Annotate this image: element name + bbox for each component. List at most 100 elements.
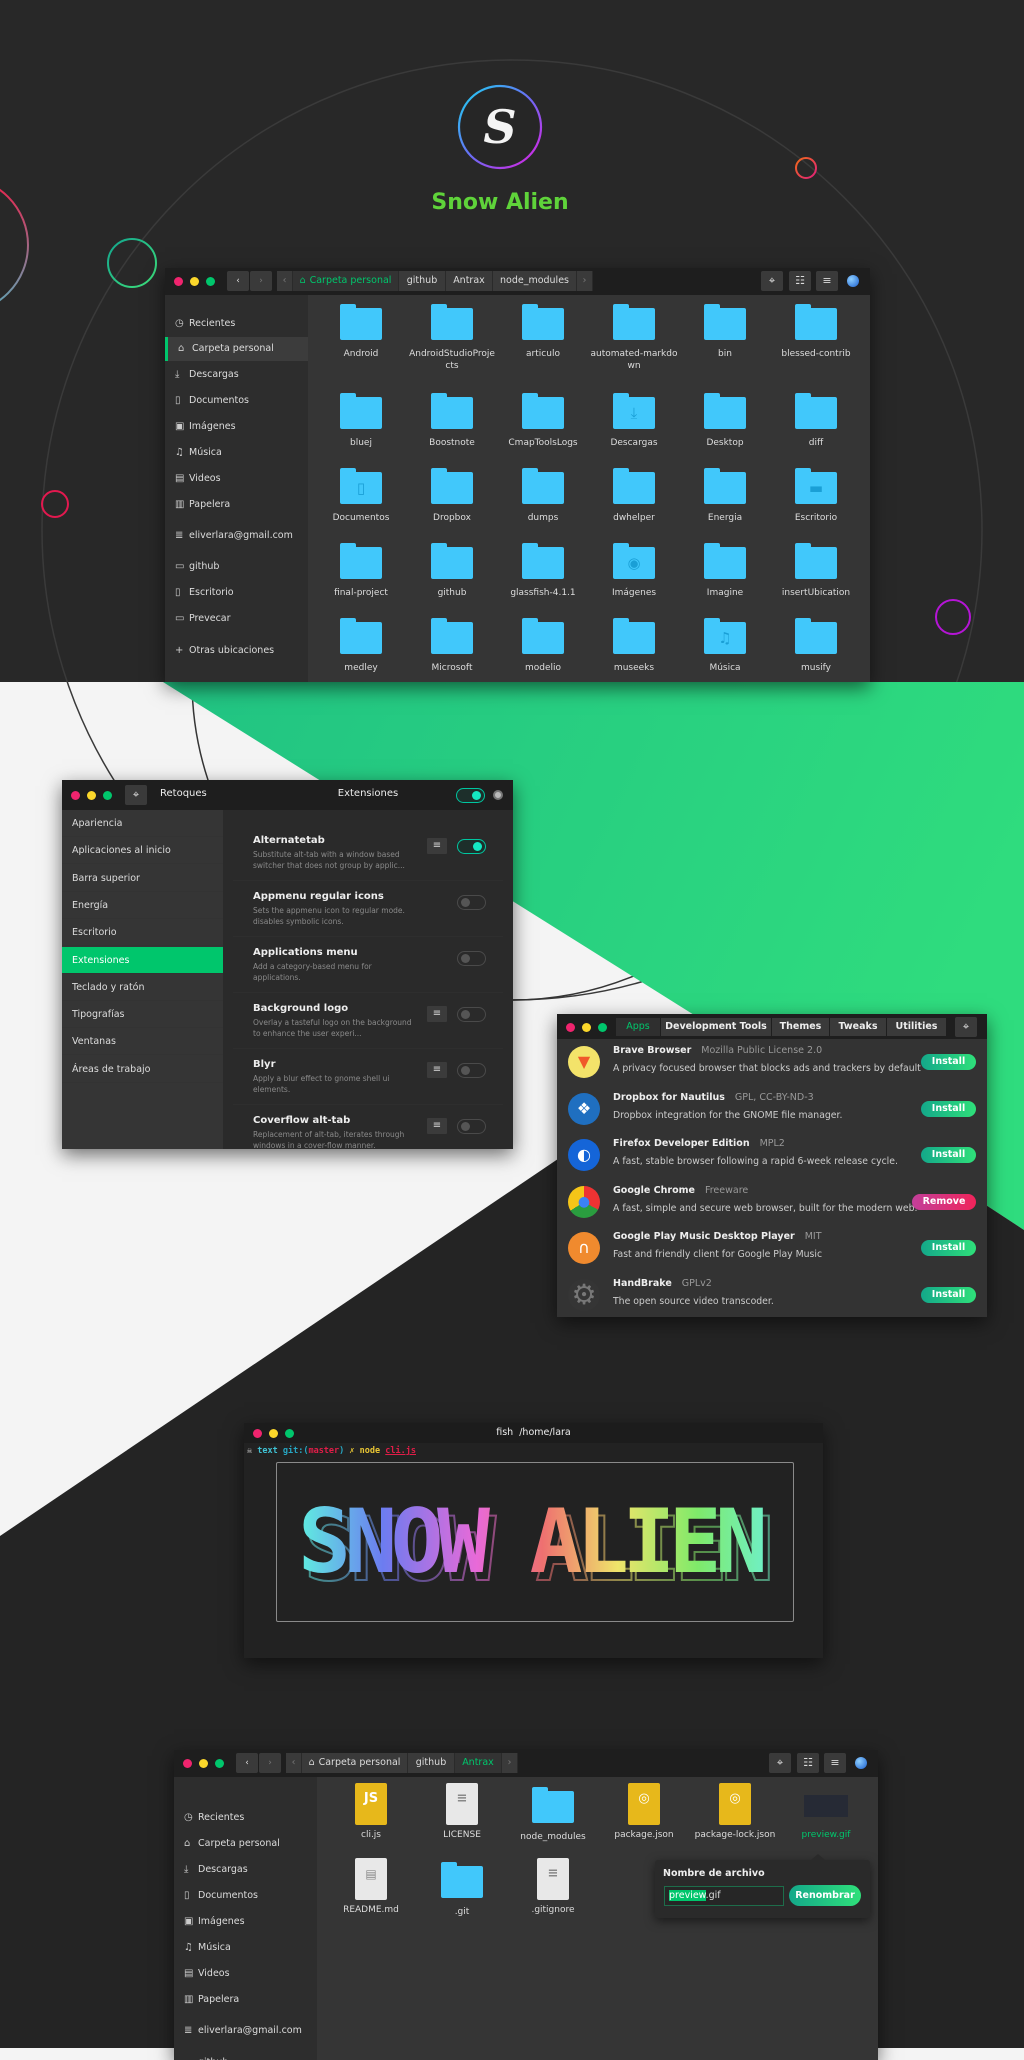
sidebar-item-apariencia[interactable]: Apariencia: [62, 810, 223, 837]
folder-item[interactable]: Boostnote: [407, 393, 497, 449]
tab-utilities[interactable]: Utilities: [887, 1018, 946, 1036]
sidebar-item-recientes[interactable]: ◷ Recientes: [174, 1806, 317, 1830]
master-toggle[interactable]: [456, 788, 485, 803]
sidebar-item-aplicaciones-al-inicio[interactable]: Aplicaciones al inicio: [62, 837, 223, 865]
folder-item[interactable]: blessed-contrib: [771, 304, 861, 360]
breadcrumb-node-modules[interactable]: node_modules: [493, 271, 577, 291]
sidebar-item-videos[interactable]: ▤ Videos: [165, 467, 308, 491]
folder-item[interactable]: github: [407, 543, 497, 599]
sidebar-item-documentos[interactable]: ▯ Documentos: [174, 1884, 317, 1908]
file-item[interactable]: ◎ package.json: [599, 1783, 689, 1841]
locate-button[interactable]: ⌖: [769, 1753, 791, 1773]
folder-item[interactable]: articulo: [498, 304, 588, 360]
path-left-arrow[interactable]: ‹: [286, 1753, 302, 1773]
breadcrumb-github[interactable]: github: [399, 271, 446, 291]
sidebar-item-prevecar[interactable]: ▭ Prevecar: [165, 607, 308, 631]
tab-tweaks[interactable]: Tweaks: [830, 1018, 886, 1036]
folder-item[interactable]: Desktop: [680, 393, 770, 449]
sidebar-item-barra-superior[interactable]: Barra superior: [62, 865, 223, 892]
file-item[interactable]: JS cli.js: [326, 1783, 416, 1841]
breadcrumb-github[interactable]: github: [408, 1753, 455, 1773]
sidebar-item-escritorio[interactable]: Escritorio: [62, 919, 223, 947]
sidebar-item-documentos[interactable]: ▯ Documentos: [165, 389, 308, 413]
forward-button[interactable]: ›: [250, 271, 272, 291]
folder-item[interactable]: bluej: [316, 393, 406, 449]
path-right-arrow[interactable]: ›: [577, 271, 593, 291]
globe-icon[interactable]: [855, 1757, 867, 1769]
minimize-button[interactable]: [199, 1759, 208, 1768]
sidebar-item--reas-de-trabajo[interactable]: Áreas de trabajo: [62, 1056, 223, 1083]
sidebar-item-m-sica[interactable]: ♫ Música: [165, 441, 308, 465]
tab-themes[interactable]: Themes: [772, 1018, 829, 1036]
extension-settings-button[interactable]: ≡: [426, 837, 448, 855]
sidebar-item-github[interactable]: ▭github: [165, 555, 308, 579]
sidebar-item-tipograf-as[interactable]: Tipografías: [62, 1001, 223, 1029]
list-view-button[interactable]: ☷: [797, 1753, 819, 1773]
menu-button[interactable]: ≡: [816, 271, 838, 291]
file-item[interactable]: ▤ README.md: [326, 1858, 416, 1916]
folder-item[interactable]: ⤓ Descargas: [589, 393, 679, 449]
extension-toggle[interactable]: [457, 1063, 486, 1078]
folder-item[interactable]: dwhelper: [589, 468, 679, 524]
tab-apps[interactable]: Apps: [616, 1018, 660, 1036]
sidebar-item-github[interactable]: ▭github: [174, 2051, 317, 2060]
sidebar-item-recientes[interactable]: ◷ Recientes: [165, 312, 308, 336]
forward-button[interactable]: ›: [259, 1753, 281, 1773]
tab-development-tools[interactable]: Development Tools: [661, 1018, 771, 1036]
minimize-button[interactable]: [582, 1023, 591, 1032]
menu-button[interactable]: ≡: [824, 1753, 846, 1773]
sidebar-item-papelera[interactable]: ▥ Papelera: [165, 493, 308, 517]
remove-button[interactable]: Remove: [912, 1193, 976, 1210]
folder-item[interactable]: diff: [771, 393, 861, 449]
extension-settings-button[interactable]: ≡: [426, 1061, 448, 1079]
path-right-arrow[interactable]: ›: [502, 1753, 518, 1773]
path-left-arrow[interactable]: ‹: [277, 271, 293, 291]
filename-input[interactable]: preview.gif: [664, 1886, 784, 1906]
folder-item[interactable]: bin: [680, 304, 770, 360]
sidebar-item-im-genes[interactable]: ▣ Imágenes: [165, 415, 308, 439]
sidebar-item-papelera[interactable]: ▥ Papelera: [174, 1988, 317, 2012]
install-button[interactable]: Install: [921, 1240, 976, 1256]
sidebar-item-otras-ubicaciones[interactable]: + Otras ubicaciones: [165, 639, 308, 663]
gear-button[interactable]: ⌖: [955, 1017, 977, 1037]
file-item[interactable]: ≡ LICENSE: [417, 1783, 507, 1841]
folder-item[interactable]: musify: [771, 618, 861, 674]
install-button[interactable]: Install: [921, 1147, 976, 1163]
sidebar-item-extensiones[interactable]: Extensiones: [62, 946, 223, 974]
folder-item[interactable]: modelio: [498, 618, 588, 674]
sidebar-item-im-genes[interactable]: ▣ Imágenes: [174, 1910, 317, 1934]
sidebar-item-carpeta-personal[interactable]: ⌂ Carpeta personal: [165, 337, 308, 361]
extension-toggle[interactable]: [457, 951, 486, 966]
breadcrumb-carpeta-personal[interactable]: ⌂ Carpeta personal: [302, 1753, 408, 1773]
sidebar-item-descargas[interactable]: ⤓ Descargas: [165, 363, 308, 387]
maximize-button[interactable]: [103, 791, 112, 800]
globe-icon[interactable]: [847, 275, 859, 287]
back-button[interactable]: ‹: [236, 1753, 258, 1773]
breadcrumb-antrax[interactable]: Antrax: [455, 1753, 502, 1773]
folder-item[interactable]: ◉ Imágenes: [589, 543, 679, 599]
gear-button[interactable]: ⌖: [125, 785, 147, 805]
rename-button[interactable]: Renombrar: [789, 1885, 861, 1906]
extension-toggle[interactable]: [457, 839, 486, 854]
extension-settings-button[interactable]: ≡: [426, 1117, 448, 1135]
breadcrumb-carpeta-personal[interactable]: ⌂ Carpeta personal: [293, 271, 399, 291]
extension-toggle[interactable]: [457, 1007, 486, 1022]
folder-item[interactable]: Imagine: [680, 543, 770, 599]
sidebar-item-teclado-y-rat-n[interactable]: Teclado y ratón: [62, 974, 223, 1001]
sidebar-item-videos[interactable]: ▤ Videos: [174, 1962, 317, 1986]
sidebar-item-eliverlara-gmail-com[interactable]: ≣ eliverlara@gmail.com: [174, 2019, 317, 2043]
folder-item[interactable]: ▬ Escritorio: [771, 468, 861, 524]
sidebar-item-descargas[interactable]: ⤓ Descargas: [174, 1858, 317, 1882]
back-button[interactable]: ‹: [227, 271, 249, 291]
file-item[interactable]: ≡ .gitignore: [508, 1858, 598, 1916]
file-item[interactable]: ◎ package-lock.json: [690, 1783, 780, 1841]
minimize-button[interactable]: [190, 277, 199, 286]
sidebar-item-carpeta-personal[interactable]: ⌂ Carpeta personal: [174, 1832, 317, 1856]
folder-item[interactable]: medley: [316, 618, 406, 674]
folder-item[interactable]: ♫ Música: [680, 618, 770, 674]
folder-item[interactable]: Microsoft: [407, 618, 497, 674]
sidebar-item-m-sica[interactable]: ♫ Música: [174, 1936, 317, 1960]
locate-button[interactable]: ⌖: [761, 271, 783, 291]
install-button[interactable]: Install: [921, 1054, 976, 1070]
settings-icon[interactable]: [493, 790, 503, 800]
